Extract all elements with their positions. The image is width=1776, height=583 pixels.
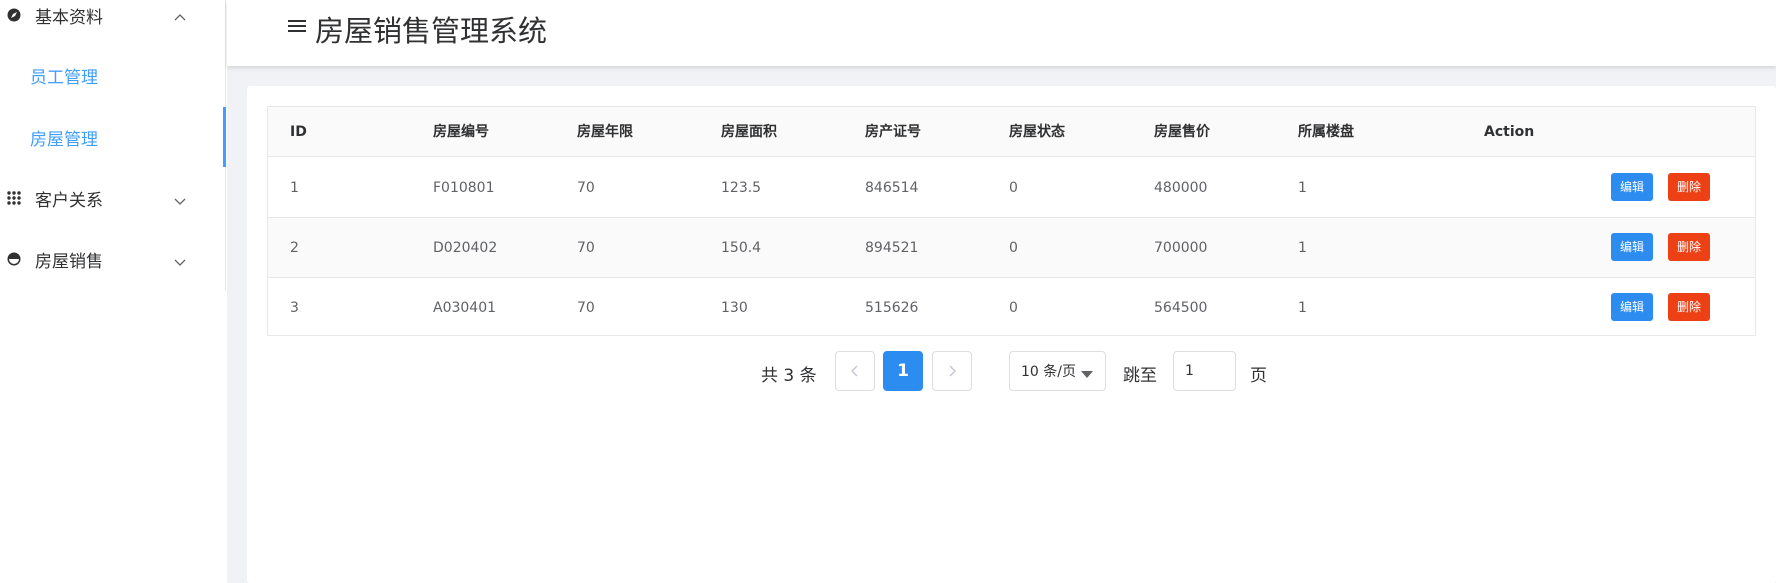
- cell-estate: 1: [1298, 300, 1307, 316]
- content-card: ID 房屋编号 房屋年限 房屋面积 房产证号 房屋状态 房屋售价 所属楼盘 Ac…: [247, 86, 1776, 583]
- cell-years: 70: [577, 240, 595, 256]
- column-header-years: 房屋年限: [577, 124, 633, 140]
- cell-price: 480000: [1154, 180, 1208, 196]
- caret-down-icon: [1081, 367, 1093, 378]
- cell-certificate: 846514: [865, 180, 919, 196]
- page-size-value: 10 条/页: [1021, 364, 1076, 380]
- chevron-left-icon: [851, 365, 858, 377]
- column-header-status: 房屋状态: [1009, 124, 1065, 140]
- delete-button[interactable]: 删除: [1668, 293, 1711, 321]
- menu-customer[interactable]: 客户关系: [0, 168, 226, 228]
- cell-area: 150.4: [721, 240, 762, 256]
- sidebar-item-label: 员工管理: [30, 67, 98, 88]
- main-area: 房屋销售管理系统 ID 房屋编号 房屋年限 房屋面积 房产证号 房屋状态 房屋售…: [227, 0, 1776, 583]
- page-button-current[interactable]: 1: [883, 351, 923, 391]
- next-page-button[interactable]: [932, 351, 972, 391]
- compass-icon: [7, 8, 21, 22]
- header: 房屋销售管理系统: [227, 0, 1776, 66]
- menu-label: 房屋销售: [35, 251, 103, 272]
- table-row: 2 D020402 70 150.4 894521 0 700000 1 编辑 …: [268, 218, 1755, 278]
- cell-estate: 1: [1298, 240, 1307, 256]
- sidebar-item-label: 房屋管理: [30, 129, 98, 150]
- menu-label: 基本资料: [35, 7, 103, 28]
- total-count: 共 3 条: [761, 366, 817, 386]
- cell-id: 2: [290, 240, 299, 256]
- edit-button[interactable]: 编辑: [1611, 233, 1654, 261]
- menu-toggle-icon[interactable]: [288, 16, 306, 36]
- menu-basic-info[interactable]: 基本资料: [0, 0, 226, 45]
- page-label: 页: [1250, 366, 1267, 386]
- pagination: 共 3 条 1 10 条/页 跳至 页: [247, 351, 1776, 391]
- column-header-area: 房屋面积: [721, 124, 777, 140]
- cell-price: 564500: [1154, 300, 1208, 316]
- cell-price: 700000: [1154, 240, 1208, 256]
- jump-label: 跳至: [1123, 366, 1157, 386]
- cell-years: 70: [577, 300, 595, 316]
- cell-certificate: 515626: [865, 300, 919, 316]
- delete-button[interactable]: 删除: [1668, 233, 1711, 261]
- cell-status: 0: [1009, 240, 1018, 256]
- chevron-right-icon: [949, 365, 956, 377]
- sidebar-item-employee[interactable]: 员工管理: [0, 45, 226, 105]
- grid-dots-icon: [7, 191, 21, 205]
- chevron-down-icon: [174, 192, 186, 205]
- jump-page-input[interactable]: [1173, 351, 1236, 391]
- cell-house-no: A030401: [433, 300, 497, 316]
- column-header-estate: 所属楼盘: [1298, 124, 1354, 140]
- cell-status: 0: [1009, 180, 1018, 196]
- delete-button[interactable]: 删除: [1668, 173, 1711, 201]
- cell-id: 3: [290, 300, 299, 316]
- chevron-down-icon: [174, 253, 186, 266]
- cell-certificate: 894521: [865, 240, 919, 256]
- cell-status: 0: [1009, 300, 1018, 316]
- column-header-price: 房屋售价: [1154, 124, 1210, 140]
- table-row: 1 F010801 70 123.5 846514 0 480000 1 编辑 …: [268, 158, 1755, 218]
- cell-estate: 1: [1298, 180, 1307, 196]
- edit-button[interactable]: 编辑: [1611, 293, 1654, 321]
- page-title: 房屋销售管理系统: [315, 14, 548, 48]
- cell-id: 1: [290, 180, 299, 196]
- pie-chart-icon: [7, 252, 21, 266]
- edit-button[interactable]: 编辑: [1611, 173, 1654, 201]
- column-header-house-no: 房屋编号: [433, 124, 489, 140]
- table-row: 3 A030401 70 130 515626 0 564500 1 编辑 删除: [268, 278, 1755, 338]
- cell-house-no: F010801: [433, 180, 495, 196]
- table-header: ID 房屋编号 房屋年限 房屋面积 房产证号 房屋状态 房屋售价 所属楼盘 Ac…: [268, 107, 1755, 157]
- sidebar-item-house[interactable]: 房屋管理: [0, 107, 226, 167]
- prev-page-button[interactable]: [835, 351, 875, 391]
- cell-years: 70: [577, 180, 595, 196]
- column-header-action: Action: [1484, 124, 1535, 140]
- cell-house-no: D020402: [433, 240, 498, 256]
- page-size-select[interactable]: 10 条/页: [1009, 351, 1106, 391]
- chevron-up-icon: [174, 9, 186, 21]
- cell-area: 130: [721, 300, 748, 316]
- house-table: ID 房屋编号 房屋年限 房屋面积 房产证号 房屋状态 房屋售价 所属楼盘 Ac…: [267, 106, 1756, 336]
- cell-area: 123.5: [721, 180, 762, 196]
- column-header-certificate: 房产证号: [865, 124, 921, 140]
- menu-label: 客户关系: [35, 190, 103, 211]
- column-header-id: ID: [290, 124, 307, 140]
- sidebar: 基本资料 员工管理 房屋管理 客户关系 房屋销售: [0, 0, 226, 290]
- menu-sales[interactable]: 房屋销售: [0, 229, 226, 289]
